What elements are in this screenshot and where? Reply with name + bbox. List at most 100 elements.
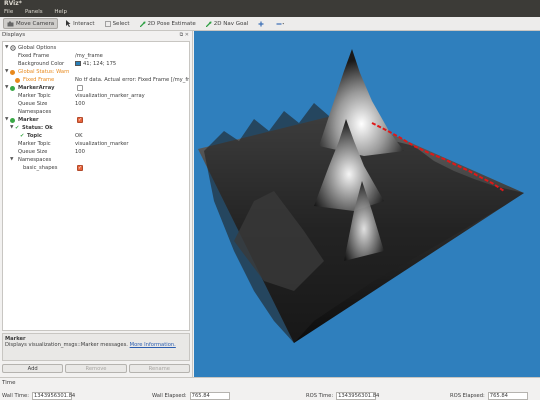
marker-queue-value[interactable]: 100: [75, 148, 189, 156]
tree-label: Marker Topic: [18, 93, 51, 99]
tree-row-markerarray-topic[interactable]: Marker Topic visualization_marker_array: [3, 92, 189, 100]
tree-label: Topic: [27, 133, 42, 139]
tree-row-marker-topic-status[interactable]: ✔ Topic OK: [3, 132, 189, 140]
background-color-text: 41; 124; 175: [83, 61, 117, 67]
tree-label: Queue Size: [18, 101, 48, 107]
tree-label: Global Options: [18, 45, 57, 51]
wall-elapsed-field: Wall Elapsed: 765.84: [152, 392, 230, 400]
color-swatch[interactable]: [75, 61, 81, 66]
warning-icon: [10, 70, 15, 75]
menu-help[interactable]: Help: [54, 9, 67, 15]
displays-title: Displays: [2, 32, 26, 38]
tree-row-marker-status[interactable]: ▼ ✔ Status: Ok: [3, 124, 189, 132]
tree-row-marker[interactable]: ▼ Marker: [3, 116, 189, 124]
topic-status-value: OK: [75, 133, 83, 139]
panel-controls[interactable]: ⧉ ✕: [180, 31, 189, 40]
wall-time-field: Wall Time: 1343956301.84: [2, 392, 75, 400]
wall-elapsed-value[interactable]: 765.84: [189, 392, 230, 400]
tree-row-fixed-frame-status[interactable]: Fixed Frame No tf data. Actual error: Fi…: [3, 76, 189, 84]
gear-icon: [10, 45, 16, 51]
description-box: Marker Displays visualization_msgs::Mark…: [2, 333, 190, 361]
tree-row-markerarray-namespaces[interactable]: Namespaces: [3, 108, 189, 116]
fixed-frame-value[interactable]: /my_frame: [75, 52, 189, 60]
tree-label: Background Color: [18, 61, 65, 67]
time-panel: Time Wall Time: 1343956301.84 Wall Elaps…: [0, 377, 540, 400]
tree-row-global-status[interactable]: ▼ Global Status: Warn: [3, 68, 189, 76]
marker-enable-checkbox[interactable]: [77, 116, 83, 124]
plus-icon: [258, 21, 264, 26]
fixed-frame-status-value: No tf data. Actual error: Fixed Frame [/…: [75, 77, 189, 83]
warning-icon: [15, 78, 20, 83]
displays-panel: Displays ⧉ ✕ ▼ Global Options Fixed Fram…: [0, 31, 193, 377]
expand-arrow-icon[interactable]: ▼: [10, 156, 13, 164]
marker-topic-value[interactable]: visualization_marker: [75, 140, 189, 148]
tree-label: basic_shapes: [23, 165, 58, 171]
render-viewport[interactable]: [194, 31, 540, 377]
select-icon: [104, 20, 111, 27]
tree-row-background-color[interactable]: Background Color 41; 124; 175: [3, 60, 189, 68]
status-ok-icon: [10, 86, 15, 91]
markerarray-queue-value[interactable]: 100: [75, 100, 189, 108]
expand-arrow-icon[interactable]: ▼: [10, 124, 13, 132]
ros-time-value[interactable]: 1343956301.84: [336, 392, 379, 400]
remove-tool-button[interactable]: [273, 18, 290, 29]
tree-label: Namespaces: [18, 109, 52, 115]
expand-arrow-icon[interactable]: ▼: [5, 68, 8, 76]
select-label: Select: [112, 20, 130, 27]
basic-shapes-checkbox[interactable]: [77, 164, 83, 172]
move-camera-button[interactable]: Move Camera: [3, 18, 59, 29]
add-tool-button[interactable]: [255, 18, 269, 29]
markerarray-enable-checkbox[interactable]: [77, 85, 83, 91]
tree-row-fixed-frame[interactable]: Fixed Frame /my_frame: [3, 52, 189, 60]
interact-label: Interact: [73, 20, 95, 27]
terrain-render: [198, 49, 524, 343]
tree-label: Status: Ok: [22, 125, 53, 131]
remove-button[interactable]: Remove: [65, 364, 127, 373]
add-button[interactable]: Add: [2, 364, 64, 373]
expand-arrow-icon[interactable]: ▼: [5, 84, 8, 92]
nav-goal-button[interactable]: 2D Nav Goal: [203, 18, 252, 29]
pose-estimate-label: 2D Pose Estimate: [147, 20, 196, 27]
tree-row-markerarray-queue[interactable]: Queue Size 100: [3, 100, 189, 108]
pose-estimate-button[interactable]: 2D Pose Estimate: [137, 18, 199, 29]
select-button[interactable]: Select: [102, 18, 133, 29]
ros-time-label: ROS Time:: [306, 393, 334, 399]
interact-button[interactable]: Interact: [62, 18, 97, 29]
tree-row-markerarray[interactable]: ▼ MarkerArray: [3, 84, 189, 92]
tree-row-marker-topic[interactable]: Marker Topic visualization_marker: [3, 140, 189, 148]
tree-row-global-options[interactable]: ▼ Global Options: [3, 44, 189, 52]
wall-elapsed-label: Wall Elapsed:: [152, 393, 187, 399]
menu-file[interactable]: File: [4, 9, 13, 15]
tree-row-basic-shapes[interactable]: basic_shapes: [3, 164, 189, 172]
expand-arrow-icon[interactable]: ▼: [5, 44, 8, 52]
wall-time-label: Wall Time:: [2, 393, 29, 399]
ros-time-field: ROS Time: 1343956301.84: [306, 392, 379, 400]
time-header: Time: [2, 380, 16, 386]
tree-label: Marker Topic: [18, 141, 51, 147]
ros-elapsed-value[interactable]: 765.84: [487, 392, 528, 400]
wall-time-value[interactable]: 1343956301.84: [31, 392, 75, 400]
ros-elapsed-field: ROS Elapsed: 765.84: [450, 392, 528, 400]
status-ok-icon: [10, 118, 15, 123]
checkmark-icon: ✔: [15, 125, 20, 131]
tree-label: Fixed Frame: [18, 53, 50, 59]
displays-tree: ▼ Global Options Fixed Frame /my_frame B…: [2, 41, 190, 331]
more-information-link[interactable]: More Information.: [130, 342, 176, 348]
tree-label: MarkerArray: [18, 85, 55, 91]
background-color-value[interactable]: 41; 124; 175: [75, 60, 189, 68]
tree-label: Namespaces: [18, 157, 52, 163]
description-text: Displays visualization_msgs::Marker mess…: [5, 342, 128, 348]
tree-label: Queue Size: [18, 149, 48, 155]
description-text-line: Displays visualization_msgs::Marker mess…: [5, 342, 187, 348]
tree-row-marker-queue[interactable]: Queue Size 100: [3, 148, 189, 156]
markerarray-topic-value[interactable]: visualization_marker_array: [75, 92, 189, 100]
displays-panel-header: Displays ⧉ ✕: [0, 31, 192, 40]
green-arrow-icon: [139, 21, 146, 27]
rename-button[interactable]: Rename: [128, 364, 190, 373]
tree-label: Global Status: Warn: [18, 69, 70, 75]
tree-row-marker-namespaces[interactable]: ▼ Namespaces: [3, 156, 189, 164]
expand-arrow-icon[interactable]: ▼: [5, 116, 8, 124]
window-title: RViz*: [0, 0, 540, 8]
nav-goal-label: 2D Nav Goal: [213, 20, 249, 27]
menu-panels[interactable]: Panels: [25, 9, 43, 15]
